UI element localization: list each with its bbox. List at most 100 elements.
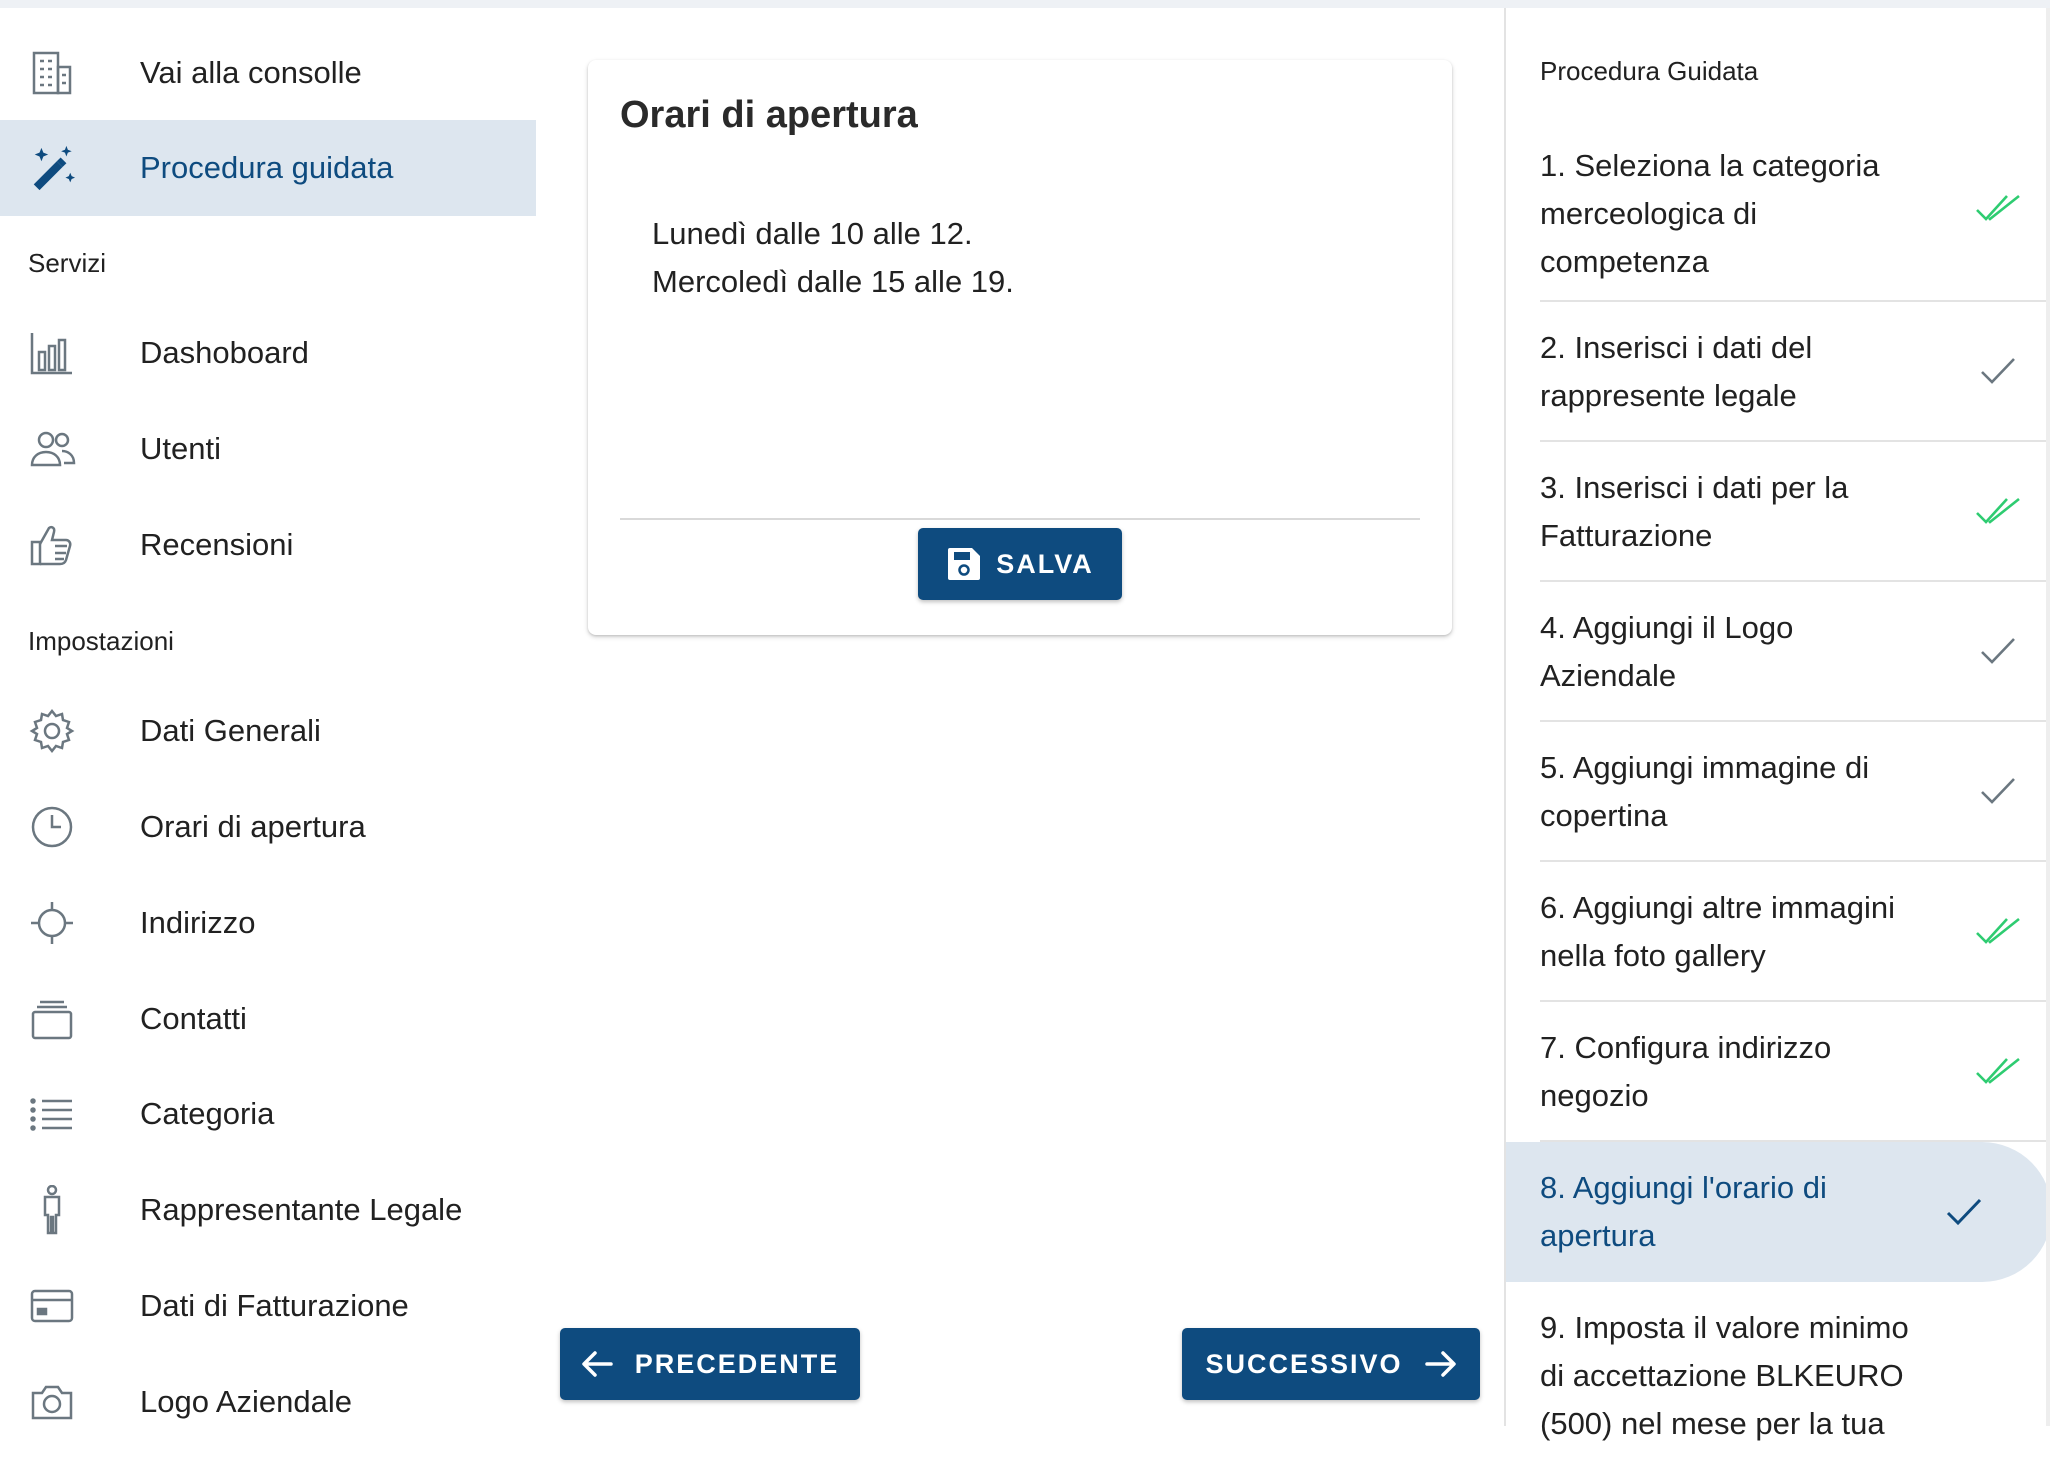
top-strip (0, 0, 2050, 8)
sidebar-item-contatti[interactable]: Contatti (0, 971, 536, 1067)
check-icon (1974, 351, 2022, 391)
list-icon (28, 1090, 76, 1138)
sidebar-item-utenti[interactable]: Utenti (0, 401, 536, 497)
sidebar-item-label: Utenti (140, 431, 221, 466)
double-check-icon (1974, 491, 2022, 531)
wizard-step-line: 4. Aggiungi il Logo (1540, 610, 1794, 645)
sidebar-item-label: Dashoboard (140, 335, 309, 370)
wizard-step-line: 7. Configura indirizzo (1540, 1030, 1832, 1065)
thumbs-up-icon (28, 521, 76, 569)
sidebar-item-dati-di-fatturazione[interactable]: Dati di Fatturazione (0, 1258, 536, 1354)
wizard-step-1[interactable]: 1. Seleziona la categoria merceologica d… (1540, 116, 2050, 302)
sidebar-item-label: Dati Generali (140, 713, 321, 748)
sidebar-item-label: Logo Aziendale (140, 1384, 353, 1419)
card-title: Orari di apertura (620, 94, 918, 136)
card-divider (620, 518, 1420, 520)
cards-stack-icon (28, 995, 76, 1043)
floppy-disk-icon (946, 546, 982, 582)
opening-hours-line: Lunedì dalle 10 alle 12. (652, 216, 973, 251)
wizard-step-5[interactable]: 5. Aggiungi immagine di copertina (1540, 722, 2050, 862)
sidebar-item-label: Recensioni (140, 527, 294, 562)
double-check-icon (1974, 911, 2022, 951)
wizard-step-9[interactable]: 9. Imposta il valore minimo di accettazi… (1540, 1282, 2050, 1462)
wizard-step-line: nella foto gallery (1540, 938, 1766, 973)
wizard-step-8[interactable]: 8. Aggiungi l'orario di apertura (1506, 1142, 2050, 1282)
opening-hours-card: Orari di apertura Lunedì dalle 10 alle 1… (588, 60, 1452, 635)
crosshair-icon (28, 899, 76, 947)
credit-card-icon (28, 1282, 76, 1330)
sidebar-item-vai-alla-consolle[interactable]: Vai alla consolle (0, 25, 536, 121)
wizard-step-line: Aziendale (1540, 658, 1677, 693)
wizard-step-3[interactable]: 3. Inserisci i dati per la Fatturazione (1540, 442, 2050, 582)
gear-icon (28, 707, 76, 755)
next-button-label: SUCCESSIVO (1205, 1348, 1403, 1379)
wizard-step-text: 5. Aggiungi immagine di copertina (1540, 744, 1950, 840)
wizard-title: Procedura Guidata (1540, 56, 1759, 86)
magic-wand-icon (28, 144, 76, 192)
wizard-step-4[interactable]: 4. Aggiungi il Logo Aziendale (1540, 582, 2050, 722)
sidebar-item-orari-di-apertura[interactable]: Orari di apertura (0, 779, 536, 875)
sidebar-item-label: Orari di apertura (140, 809, 366, 844)
arrow-left-icon (581, 1350, 613, 1378)
scrollbar[interactable] (2046, 8, 2050, 1426)
wizard-step-text: 9. Imposta il valore minimo di accettazi… (1540, 1304, 1980, 1448)
arrow-right-icon (1424, 1350, 1457, 1378)
check-icon (1974, 771, 2022, 811)
building-icon (28, 49, 76, 97)
bar-chart-icon (28, 329, 76, 377)
wizard-step-line: Fatturazione (1540, 518, 1713, 553)
sidebar-item-label: Categoria (140, 1096, 275, 1131)
wizard-panel: Procedura Guidata 1. Seleziona la catego… (1504, 8, 2050, 1441)
wizard-step-text: 1. Seleziona la categoria merceologica d… (1540, 142, 1950, 286)
wizard-step-line: (500) nel mese per la tua (1540, 1406, 1885, 1441)
sidebar-item-label: Indirizzo (140, 905, 256, 940)
sidebar-item-logo-aziendale[interactable]: Logo Aziendale (0, 1354, 536, 1450)
wizard-step-7[interactable]: 7. Configura indirizzo negozio (1540, 1002, 2050, 1142)
wizard-step-2[interactable]: 2. Inserisci i dati del rappresente lega… (1540, 302, 2050, 442)
double-check-icon (1974, 188, 2022, 228)
wizard-step-line: merceologica di (1540, 196, 1758, 231)
person-icon (28, 1185, 76, 1235)
wizard-step-line: 2. Inserisci i dati del (1540, 330, 1813, 365)
save-button[interactable]: SALVA (918, 528, 1122, 600)
sidebar-item-procedura-guidata[interactable]: Procedura guidata (0, 120, 536, 216)
sidebar-item-label: Procedura guidata (140, 150, 394, 185)
next-button[interactable]: SUCCESSIVO (1182, 1328, 1480, 1400)
section-title-servizi: Servizi (28, 248, 107, 278)
wizard-step-line: di accettazione BLKEURO (1540, 1358, 1904, 1393)
wizard-step-text: 7. Configura indirizzo negozio (1540, 1024, 1950, 1120)
sidebar: Vai alla consolle Procedura guidata Serv… (0, 8, 536, 1426)
wizard-step-line: rappresente legale (1540, 378, 1797, 413)
sidebar-item-rappresentante-legale[interactable]: Rappresentante Legale (0, 1162, 536, 1258)
wizard-step-text: 8. Aggiungi l'orario di apertura (1540, 1164, 1950, 1260)
wizard-step-line: apertura (1540, 1218, 1656, 1253)
camera-icon (28, 1378, 76, 1426)
wizard-step-text: 3. Inserisci i dati per la Fatturazione (1540, 464, 1950, 560)
opening-hours-text[interactable]: Lunedì dalle 10 alle 12. Mercoledì dalle… (652, 210, 1014, 306)
users-icon (28, 425, 76, 473)
double-check-icon (1974, 1051, 2022, 1091)
wizard-step-line: 3. Inserisci i dati per la (1540, 470, 1849, 505)
wizard-step-line: competenza (1540, 244, 1709, 279)
wizard-step-line: 6. Aggiungi altre immagini (1540, 890, 1895, 925)
wizard-step-6[interactable]: 6. Aggiungi altre immagini nella foto ga… (1540, 862, 2050, 1002)
sidebar-item-recensioni[interactable]: Recensioni (0, 497, 536, 593)
sidebar-item-label: Dati di Fatturazione (140, 1288, 409, 1323)
sidebar-item-dashoboard[interactable]: Dashoboard (0, 305, 536, 401)
wizard-step-line: copertina (1540, 798, 1668, 833)
previous-button[interactable]: PRECEDENTE (560, 1328, 860, 1400)
sidebar-item-indirizzo[interactable]: Indirizzo (0, 875, 536, 971)
clock-icon (28, 803, 76, 851)
wizard-step-line: negozio (1540, 1078, 1649, 1113)
wizard-step-text: 2. Inserisci i dati del rappresente lega… (1540, 324, 1950, 420)
sidebar-item-dati-generali[interactable]: Dati Generali (0, 683, 536, 779)
sidebar-item-label: Contatti (140, 1001, 247, 1036)
wizard-step-line: 9. Imposta il valore minimo (1540, 1310, 1909, 1345)
wizard-step-line: 1. Seleziona la categoria (1540, 148, 1880, 183)
sidebar-item-label: Vai alla consolle (140, 55, 362, 90)
previous-button-label: PRECEDENTE (634, 1348, 840, 1379)
wizard-step-line: 8. Aggiungi l'orario di (1540, 1170, 1827, 1205)
wizard-step-text: 4. Aggiungi il Logo Aziendale (1540, 604, 1950, 700)
sidebar-item-categoria[interactable]: Categoria (0, 1066, 536, 1162)
check-icon (1940, 1192, 1988, 1232)
